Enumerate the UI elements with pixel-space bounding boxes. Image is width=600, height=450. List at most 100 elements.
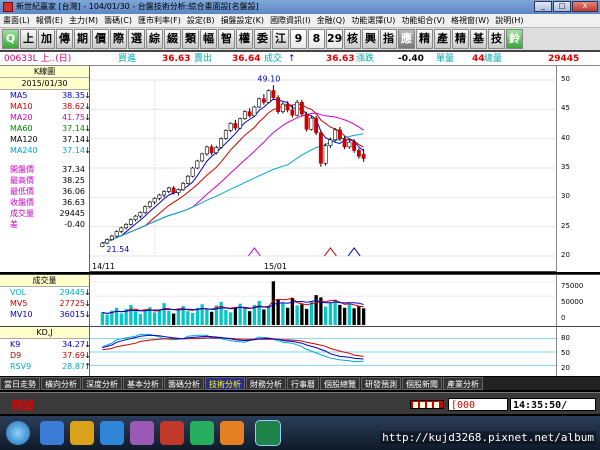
kd-value: 28.87 <box>62 362 85 371</box>
toolbar-btn-price[interactable]: 價 <box>92 29 109 49</box>
toolbar-btn-category[interactable]: 類 <box>182 29 199 49</box>
ma-row: MA10 38.62 ↓ <box>0 101 91 112</box>
tab-3[interactable]: 基本分析 <box>123 377 163 390</box>
candle-body <box>290 109 295 116</box>
ma-value: 38.62 <box>62 102 85 111</box>
menu-help[interactable]: 說明(H) <box>492 14 526 27</box>
volume-bar <box>200 304 204 325</box>
candlestick-chart[interactable]: 49.10 21.54 14/11 15/01 <box>90 66 556 272</box>
toolbar-btn-industry[interactable]: 產 <box>434 29 451 49</box>
toolbar-btn-futures[interactable]: 期 <box>74 29 91 49</box>
tab-4[interactable]: 籌碼分析 <box>164 377 204 390</box>
taskbar-app5-icon[interactable] <box>220 421 244 445</box>
toolbar-btn-basic[interactable]: 基 <box>470 29 487 49</box>
taskbar-active-app-icon[interactable] <box>255 420 281 446</box>
toolbar-btn-pass[interactable]: 傳 <box>56 29 73 49</box>
axis-tick-label: 75000 <box>561 282 584 290</box>
toolbar-btn-prosper[interactable]: 興 <box>362 29 379 49</box>
menu-screen[interactable]: 畫面(L) <box>0 14 33 27</box>
info-panel: K線圖 2015/01/30 MA5 38.35 ↓ MA10 38.62 ↓ MA20 41… <box>0 66 91 272</box>
toolbar-btn-combo[interactable]: 綴 <box>164 29 181 49</box>
menu-main-force[interactable]: 主力(M) <box>66 14 101 27</box>
volume-label: VOL <box>10 288 27 297</box>
tab-0[interactable]: 當日走勢 <box>0 377 40 390</box>
toolbar-btn-order[interactable]: 委 <box>254 29 271 49</box>
taskbar-app3-icon[interactable] <box>160 421 184 445</box>
price-value: 36.06 <box>62 187 85 196</box>
tab-2[interactable]: 深度分析 <box>82 377 122 390</box>
unit-label: 單量 <box>436 54 455 64</box>
price-row: 差 -0.40 <box>0 219 89 230</box>
menu-forex[interactable]: 匯市利率(F) <box>135 14 184 27</box>
candle-body <box>238 118 243 129</box>
axis-tick-label: 50 <box>561 349 570 357</box>
toolbar-btn-rights[interactable]: 權 <box>236 29 253 49</box>
maximize-button[interactable]: □ <box>553 1 571 12</box>
taskbar-browser-icon[interactable] <box>100 421 124 445</box>
stock-symbol[interactable]: 00633L 上..(日) <box>4 52 71 66</box>
menu-quote[interactable]: 報價(E) <box>33 14 66 27</box>
toolbar-btn-apply[interactable]: 應 <box>398 29 415 49</box>
toolbar-btn-intl[interactable]: 際 <box>110 29 127 49</box>
toolbar-btn-29[interactable]: 29 <box>326 29 343 49</box>
toolbar-btn-9[interactable]: 9 <box>290 29 307 49</box>
signal-indicator-icon <box>410 400 444 409</box>
menu-function-combo[interactable]: 功能組合(V) <box>398 14 448 27</box>
volume-bar <box>176 308 181 325</box>
taskbar-app2-icon[interactable] <box>130 421 154 445</box>
axis-tick-label: 50000 <box>561 298 584 306</box>
toolbar-btn-select[interactable]: 選 <box>128 29 145 49</box>
menu-chips[interactable]: 籌碼(C) <box>101 14 135 27</box>
window-controls: _ □ X <box>534 1 598 12</box>
taskbar-folder-icon[interactable] <box>70 421 94 445</box>
panel-date: 2015/01/30 <box>0 78 89 90</box>
tab-9[interactable]: 研發預測 <box>361 377 401 390</box>
toolbar-btn-range[interactable]: 幅 <box>200 29 217 49</box>
tab-8[interactable]: 個股總覽 <box>320 377 360 390</box>
message-box[interactable]: [000 <box>448 398 508 411</box>
close-button[interactable]: X <box>572 1 598 12</box>
ma-value: 41.75 <box>62 113 85 122</box>
menu-settings[interactable]: 設定(B) <box>184 14 218 27</box>
kd-row: D9 37.69 ↓ <box>0 350 91 361</box>
tab-7[interactable]: 行事曆 <box>287 377 319 390</box>
toolbar-btn-fine[interactable]: 精 <box>416 29 433 49</box>
menu-finance[interactable]: 金融(Q) <box>314 14 349 27</box>
toolbar-btn-fine-2[interactable]: 精 <box>452 29 469 49</box>
menu-plate-settings[interactable]: 損盤設定(K) <box>218 14 268 27</box>
toolbar-btn-tech[interactable]: 技 <box>488 29 505 49</box>
tab-10[interactable]: 個股新聞 <box>402 377 442 390</box>
candle-body <box>181 182 186 191</box>
axis-tick-label: 20 <box>561 364 570 372</box>
menu-function-select[interactable]: 功能選擇(U) <box>348 14 398 27</box>
toolbar-btn-8[interactable]: 8 <box>308 29 325 49</box>
volume-bar <box>357 306 361 325</box>
minimize-button[interactable]: _ <box>534 1 552 12</box>
volume-chart[interactable] <box>90 274 556 326</box>
price-axis: 50 45 40 35 30 25 20 <box>556 66 600 272</box>
toolbar-btn-index[interactable]: 指 <box>380 29 397 49</box>
toolbar-btn-bell[interactable]: 鈴 <box>506 29 523 49</box>
tab-1[interactable]: 橫向分析 <box>41 377 81 390</box>
kd-chart[interactable] <box>90 326 556 376</box>
toolbar-btn-smart[interactable]: 智 <box>218 29 235 49</box>
toolbar-btn-add[interactable]: 加 <box>38 29 55 49</box>
change-value: -0.40 <box>398 54 424 64</box>
menu-intl-info[interactable]: 國際資訊(I) <box>267 14 314 27</box>
tab-6[interactable]: 財務分析 <box>246 377 286 390</box>
start-button-icon[interactable] <box>6 421 30 445</box>
search-icon[interactable]: Q <box>2 29 19 49</box>
tab-5[interactable]: 技術分析 <box>205 377 245 390</box>
toolbar-btn-summary[interactable]: 綜 <box>146 29 163 49</box>
taskbar-app4-icon[interactable] <box>190 421 214 445</box>
title-bar: 新世紀贏家 [台灣] - 104/01/30 - 台盤技術分析:綜合畫面設[名盤… <box>0 0 600 14</box>
taskbar-app-icon[interactable] <box>40 421 64 445</box>
candle-body <box>195 160 200 169</box>
menu-window[interactable]: 格視窗(W) <box>448 14 492 27</box>
low-price-label: 21.54 <box>106 245 129 254</box>
candle-body <box>176 189 181 193</box>
toolbar-btn-core[interactable]: 核 <box>344 29 361 49</box>
toolbar-btn-river[interactable]: 江 <box>272 29 289 49</box>
tab-11[interactable]: 產業分析 <box>443 377 483 390</box>
toolbar-btn-up[interactable]: 上 <box>20 29 37 49</box>
